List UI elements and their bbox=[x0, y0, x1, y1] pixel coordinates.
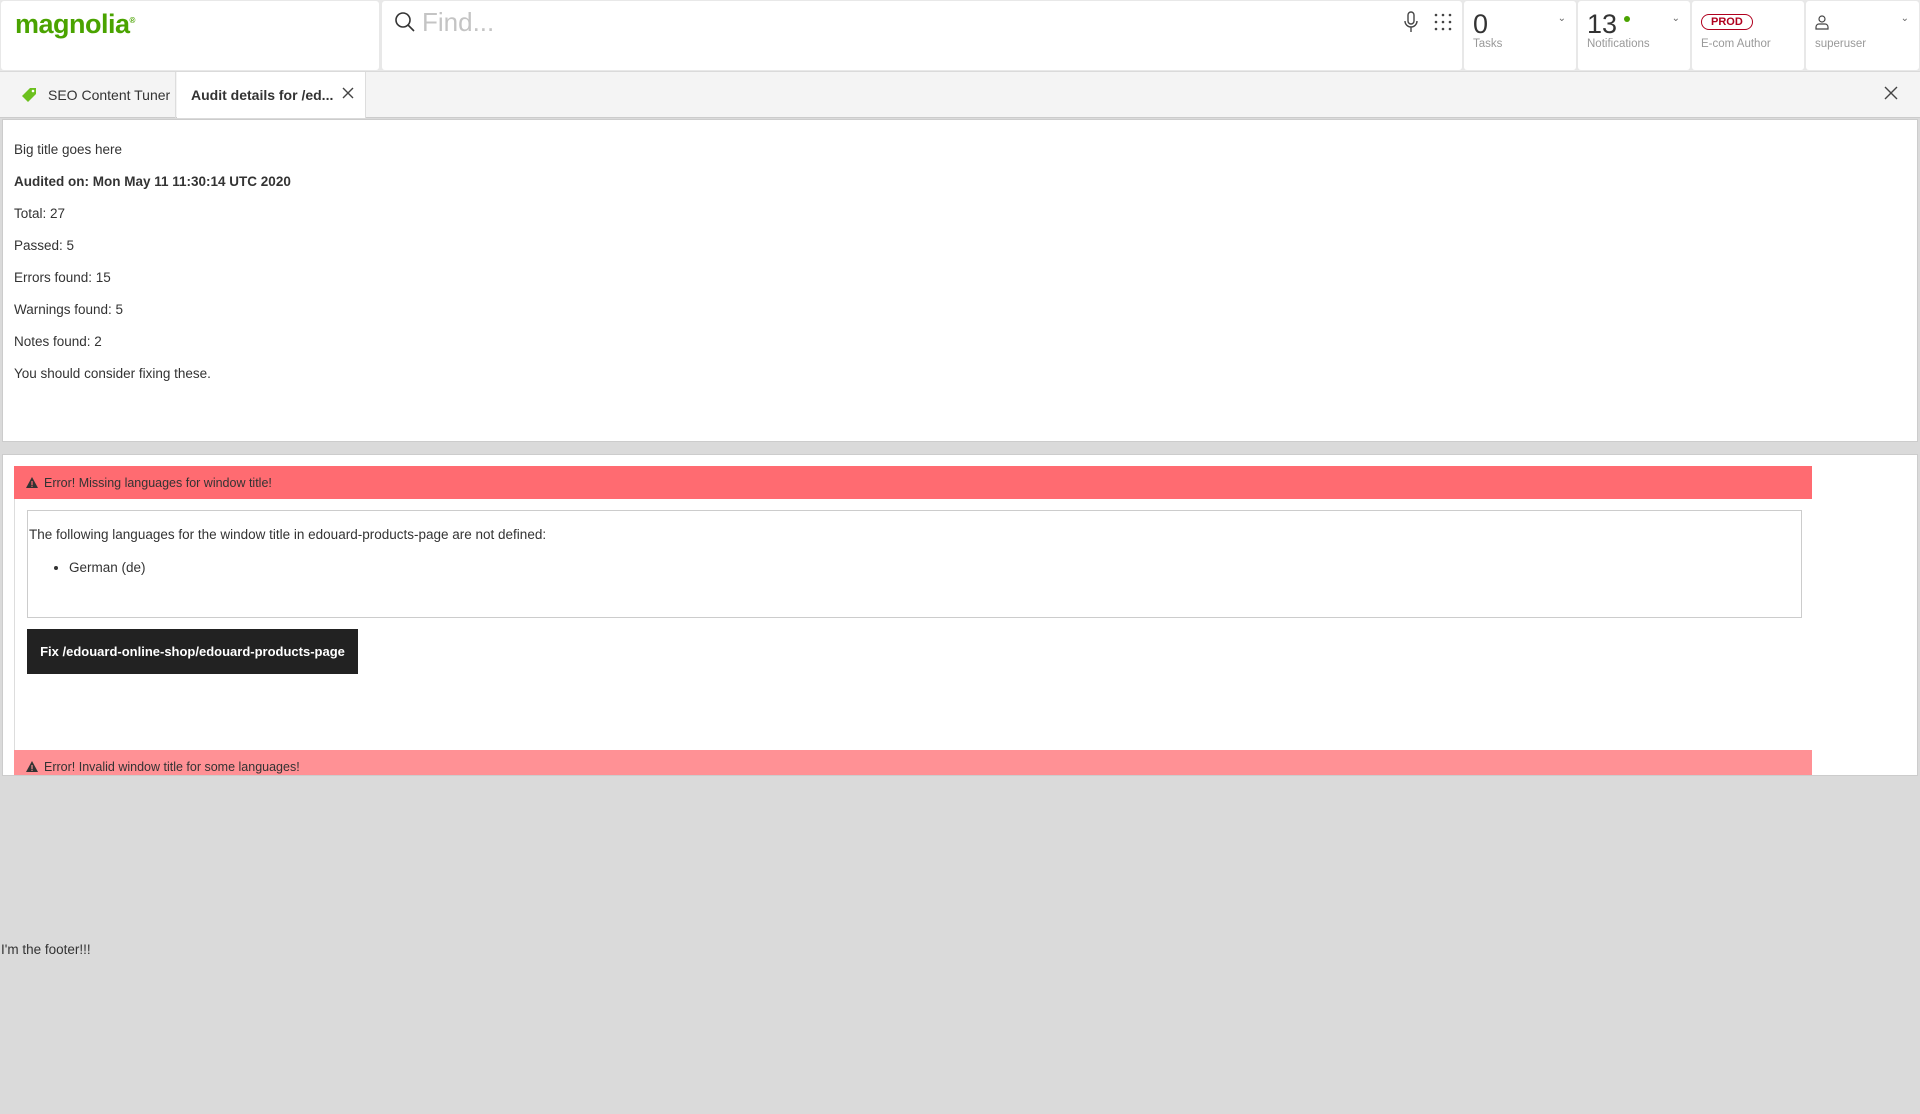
errors-count: Errors found: 15 bbox=[14, 270, 111, 285]
notification-dot bbox=[1624, 16, 1630, 22]
close-tab-icon[interactable] bbox=[341, 86, 355, 100]
tasks-button[interactable]: 0 Tasks ⌄ bbox=[1464, 1, 1576, 70]
microphone-icon[interactable] bbox=[1404, 11, 1418, 33]
user-label: superuser bbox=[1815, 38, 1867, 50]
tab-bar: SEO Content Tuner Audit details for /ed.… bbox=[0, 72, 1920, 118]
tasks-count: 0 bbox=[1473, 9, 1489, 39]
chevron-down-icon: ⌄ bbox=[1900, 13, 1909, 24]
environment-label: E-com Author bbox=[1701, 38, 1771, 50]
summary-title: Big title goes here bbox=[14, 142, 123, 157]
tab-label: Audit details for /ed... bbox=[191, 87, 334, 103]
passed-count: Passed: 5 bbox=[14, 238, 75, 253]
issue-header[interactable]: Error! Invalid window title for some lan… bbox=[14, 750, 1812, 775]
top-bar: magnolia® 0 Tasks ⌄ 13 Notifications ⌄ P… bbox=[0, 0, 1920, 71]
tasks-label: Tasks bbox=[1473, 38, 1503, 50]
tab-label: SEO Content Tuner bbox=[48, 87, 171, 103]
environment-indicator: PROD E-com Author bbox=[1692, 1, 1804, 70]
audit-summary: Big title goes here Audited on: Mon May … bbox=[2, 119, 1918, 442]
tab-seo-content-tuner[interactable]: SEO Content Tuner bbox=[0, 72, 176, 118]
notifications-label: Notifications bbox=[1587, 38, 1650, 50]
fix-page-button[interactable]: Fix /edouard-online-shop/edouard-product… bbox=[27, 629, 358, 674]
prod-badge: PROD bbox=[1701, 14, 1753, 30]
search-input[interactable] bbox=[422, 5, 1322, 39]
close-app-icon[interactable] bbox=[1884, 86, 1898, 100]
search-area bbox=[382, 1, 1462, 70]
notifications-count: 13 bbox=[1587, 9, 1618, 39]
chevron-down-icon: ⌄ bbox=[1557, 13, 1566, 24]
tab-audit-details[interactable]: Audit details for /ed... bbox=[177, 72, 366, 118]
search-icon bbox=[395, 12, 415, 32]
app-launcher-icon[interactable] bbox=[1434, 13, 1452, 31]
warnings-count: Warnings found: 5 bbox=[14, 302, 124, 317]
issue-description: The following languages for the window t… bbox=[29, 527, 547, 542]
issue-body: The following languages for the window t… bbox=[14, 499, 1812, 750]
user-menu[interactable]: superuser ⌄ bbox=[1806, 1, 1919, 70]
warning-icon bbox=[26, 477, 38, 488]
advice-text: You should consider fixing these. bbox=[14, 366, 211, 381]
chevron-down-icon: ⌄ bbox=[1671, 13, 1680, 24]
issue-title: Error! Invalid window title for some lan… bbox=[44, 759, 300, 774]
issue-title: Error! Missing languages for window titl… bbox=[44, 475, 272, 490]
magnolia-logo[interactable]: magnolia® bbox=[15, 9, 135, 40]
notes-count: Notes found: 2 bbox=[14, 334, 102, 349]
audited-on: Audited on: Mon May 11 11:30:14 UTC 2020 bbox=[14, 174, 291, 189]
missing-language-item: German (de) bbox=[69, 560, 1801, 575]
issue-header[interactable]: Error! Missing languages for window titl… bbox=[14, 466, 1812, 499]
footer-text: I'm the footer!!! bbox=[1, 942, 91, 957]
issue-description-box: The following languages for the window t… bbox=[27, 510, 1802, 618]
user-icon bbox=[1815, 15, 1829, 30]
logo-area: magnolia® bbox=[1, 1, 379, 70]
notifications-button[interactable]: 13 Notifications ⌄ bbox=[1578, 1, 1690, 70]
total-count: Total: 27 bbox=[14, 206, 66, 221]
seo-tag-icon bbox=[22, 88, 36, 102]
issues-panel: Error! Missing languages for window titl… bbox=[2, 454, 1918, 776]
warning-icon bbox=[26, 761, 38, 772]
